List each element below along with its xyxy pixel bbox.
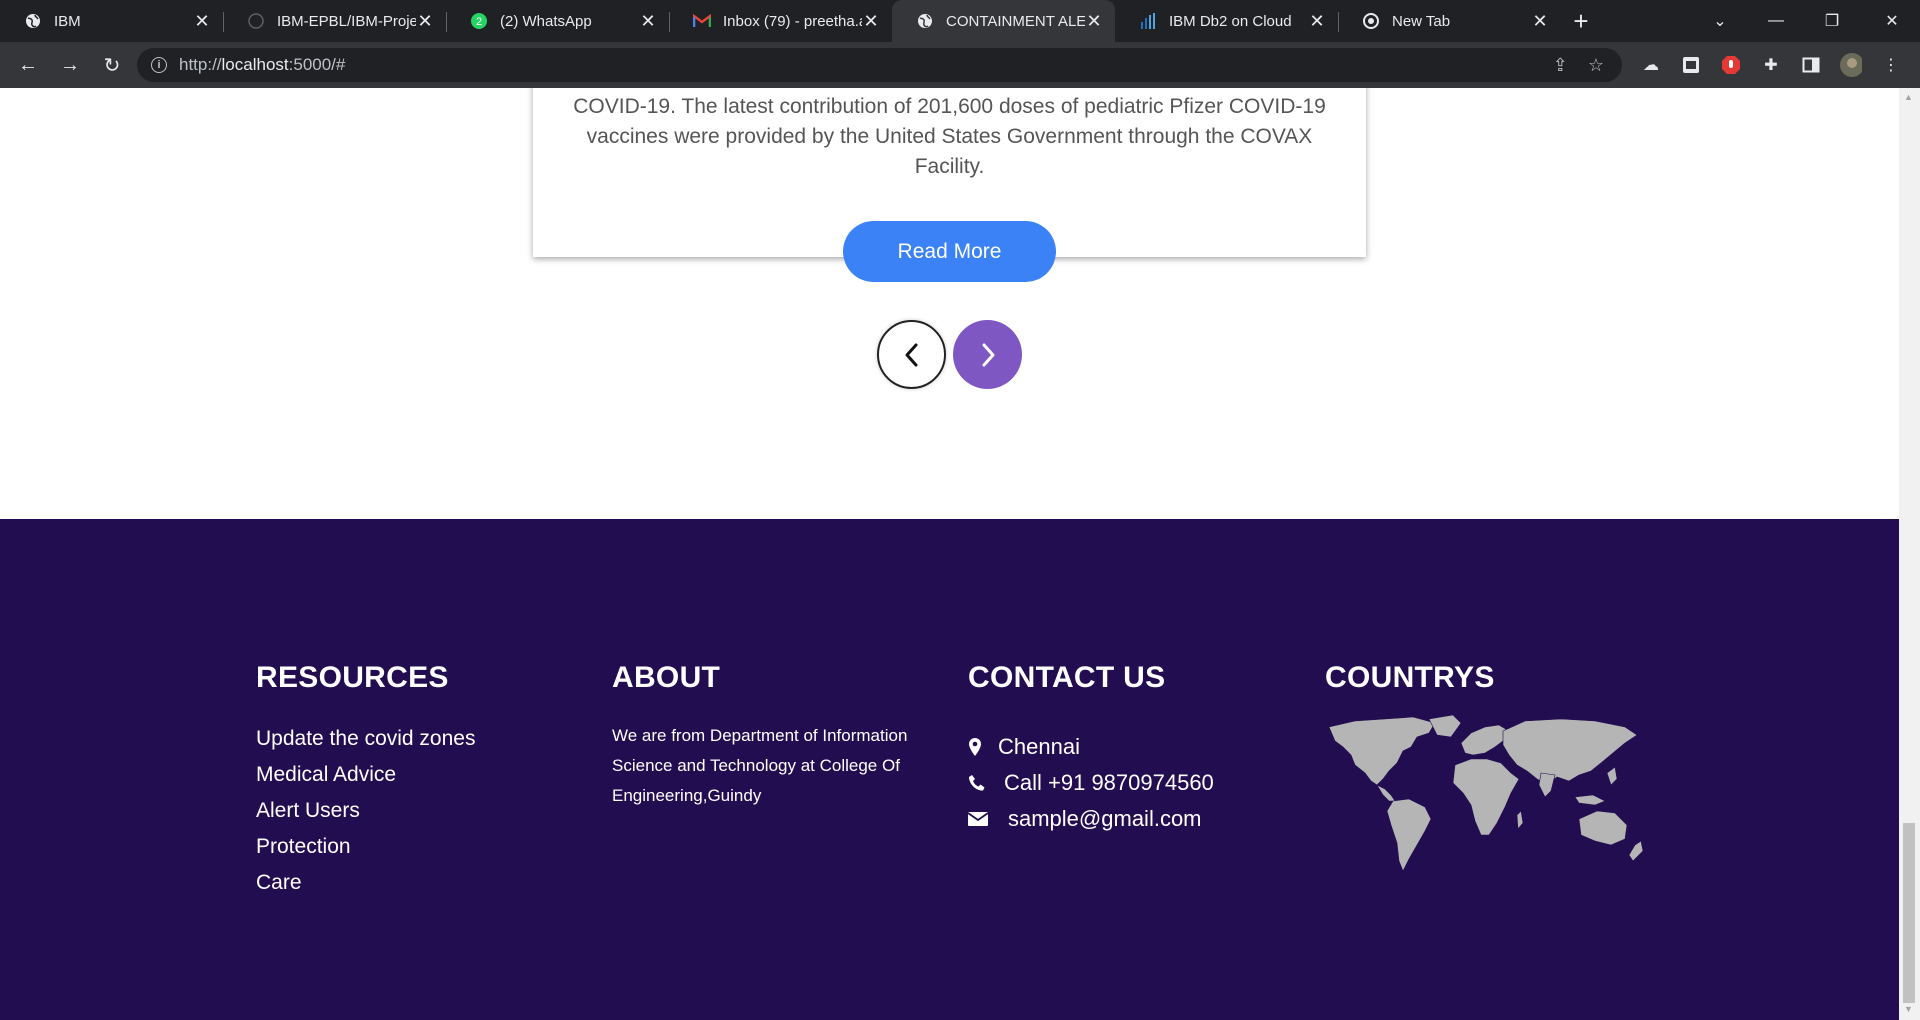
site-footer: RESOURCES Update the covid zones Medical…: [0, 519, 1899, 1020]
chevron-right-icon: [982, 343, 994, 366]
news-card-text: COVID-19. The latest contribution of 201…: [573, 95, 1326, 178]
restore-button[interactable]: ❐: [1804, 0, 1860, 42]
browser-tab[interactable]: IBM ✕: [0, 0, 223, 42]
contact-column: CONTACT US Chennai Call +91 9870974560 s…: [968, 661, 1214, 837]
contact-phone: Call +91 9870974560: [968, 765, 1214, 801]
close-icon[interactable]: ✕: [862, 11, 880, 32]
browser-tab-bar: IBM ✕ IBM-EPBL/IBM-Projec ✕ 2 (2) WhatsA…: [0, 0, 1920, 42]
new-tab-button[interactable]: +: [1561, 0, 1601, 42]
close-icon[interactable]: ✕: [193, 11, 211, 32]
db2-icon: [1139, 12, 1157, 30]
menu-kebab-icon[interactable]: ⋮: [1880, 54, 1902, 76]
resources-column: RESOURCES Update the covid zones Medical…: [256, 661, 475, 901]
map-pin-icon: [968, 737, 988, 757]
globe-icon: [24, 12, 42, 30]
world-map-icon: [1328, 714, 1644, 872]
close-icon[interactable]: ✕: [1308, 11, 1326, 32]
resource-link-covid-zones[interactable]: Update the covid zones: [256, 721, 475, 757]
browser-tab[interactable]: IBM-EPBL/IBM-Projec ✕: [223, 0, 446, 42]
browser-tab[interactable]: IBM Db2 on Cloud ✕: [1115, 0, 1338, 42]
read-more-button[interactable]: Read More: [843, 221, 1056, 282]
reload-icon[interactable]: ↻: [92, 45, 132, 85]
envelope-icon: [968, 811, 988, 827]
tab-title: IBM: [54, 12, 81, 30]
resource-link-alert-users[interactable]: Alert Users: [256, 793, 475, 829]
cloud-extension-icon[interactable]: ☁: [1640, 54, 1662, 76]
chrome-icon: [1362, 12, 1380, 30]
resources-heading: RESOURCES: [256, 661, 449, 694]
tab-title: (2) WhatsApp: [500, 12, 592, 30]
gmail-icon: [693, 12, 711, 30]
profile-avatar[interactable]: [1840, 53, 1862, 77]
contact-location-text: Chennai: [998, 734, 1080, 759]
browser-toolbar: ← → ↻ i http://localhost:5000/# ⇪ ☆: [0, 42, 1920, 88]
browser-tab[interactable]: New Tab ✕: [1338, 0, 1561, 42]
minimize-button[interactable]: —: [1748, 0, 1804, 42]
countries-heading: COUNTRYS: [1325, 661, 1495, 694]
page-viewport: COVID-19. The latest contribution of 201…: [0, 88, 1899, 1020]
sheets-extension-icon[interactable]: [1680, 54, 1702, 76]
whatsapp-icon: 2: [470, 12, 488, 30]
tab-title: IBM-EPBL/IBM-Projec: [277, 12, 416, 30]
forward-icon[interactable]: →: [50, 45, 90, 85]
close-icon[interactable]: ✕: [1085, 11, 1103, 32]
browser-tab[interactable]: Inbox (79) - preetha.a ✕: [669, 0, 892, 42]
window-close-button[interactable]: ✕: [1864, 0, 1920, 42]
back-icon[interactable]: ←: [8, 45, 48, 85]
carousel-prev-button[interactable]: [877, 320, 946, 389]
about-text: We are from Department of Information Sc…: [612, 726, 908, 805]
side-panel-icon[interactable]: [1800, 54, 1822, 76]
bookmark-star-icon[interactable]: ☆: [1588, 55, 1604, 76]
address-bar[interactable]: i http://localhost:5000/# ⇪ ☆: [137, 48, 1622, 82]
share-icon[interactable]: ⇪: [1553, 55, 1568, 76]
contact-location: Chennai: [968, 729, 1214, 765]
site-info-icon[interactable]: i: [151, 57, 167, 73]
tab-badge: 2: [476, 16, 482, 28]
contact-email-text[interactable]: sample@gmail.com: [1008, 806, 1202, 832]
adblock-extension-icon[interactable]: [1720, 54, 1742, 76]
carousel-next-button[interactable]: [953, 320, 1022, 389]
chevron-left-icon: [905, 343, 917, 366]
tab-title: IBM Db2 on Cloud: [1169, 12, 1292, 30]
browser-tab-active[interactable]: CONTAINMENT ALERT ✕: [892, 0, 1115, 42]
contact-heading: CONTACT US: [968, 661, 1166, 694]
extensions-puzzle-icon[interactable]: ✚: [1760, 54, 1782, 76]
phone-icon: [968, 774, 988, 792]
browser-tab[interactable]: 2 (2) WhatsApp ✕: [446, 0, 669, 42]
tab-title: CONTAINMENT ALERT: [946, 12, 1085, 30]
close-icon[interactable]: ✕: [1531, 11, 1549, 32]
scroll-down-arrow-icon[interactable]: ▼: [1904, 1004, 1913, 1014]
about-heading: ABOUT: [612, 661, 721, 694]
contact-email: sample@gmail.com: [968, 801, 1214, 837]
contact-phone-text: Call +91 9870974560: [1004, 770, 1214, 795]
url-text: http://localhost:5000/#: [179, 55, 346, 74]
resource-link-care[interactable]: Care: [256, 865, 475, 901]
github-icon: [247, 12, 265, 30]
globe-icon: [916, 12, 934, 30]
resource-link-medical-advice[interactable]: Medical Advice: [256, 757, 475, 793]
tab-title: Inbox (79) - preetha.a: [723, 12, 862, 30]
scrollbar-thumb[interactable]: [1903, 823, 1915, 1003]
close-icon[interactable]: ✕: [639, 11, 657, 32]
resource-link-protection[interactable]: Protection: [256, 829, 475, 865]
scroll-up-arrow-icon[interactable]: ▲: [1904, 92, 1913, 102]
tab-title: New Tab: [1392, 12, 1451, 30]
countries-column: COUNTRYS: [1325, 661, 1645, 880]
tab-search-icon[interactable]: ⌄: [1692, 0, 1748, 42]
close-icon[interactable]: ✕: [416, 11, 434, 32]
about-column: ABOUT We are from Department of Informat…: [612, 661, 942, 811]
page-scrollbar[interactable]: ▲ ▼: [1899, 88, 1920, 1020]
